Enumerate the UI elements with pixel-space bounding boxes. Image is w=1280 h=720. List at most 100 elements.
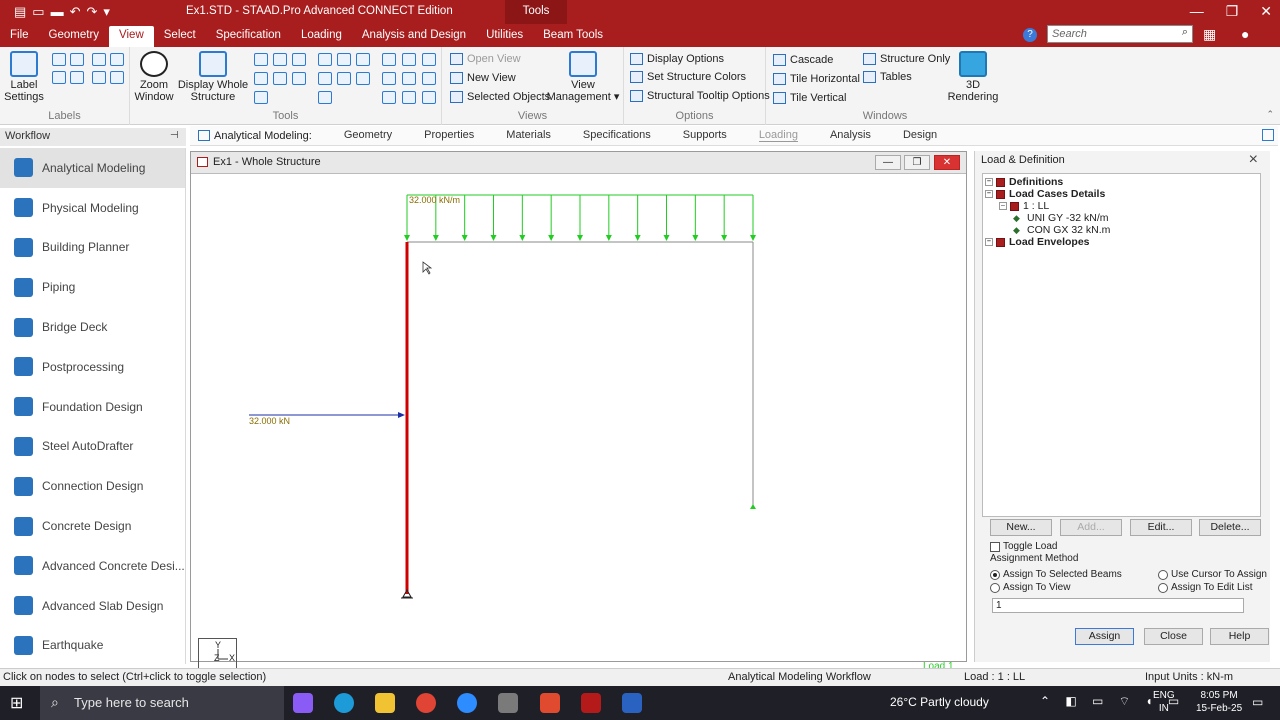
workflow-item[interactable]: Building Planner <box>0 228 185 268</box>
menu-tab-specification[interactable]: Specification <box>206 26 291 47</box>
dock-panel-icon[interactable] <box>1262 129 1274 141</box>
expand-icon[interactable]: – <box>985 238 993 246</box>
view-management-button[interactable]: View Management ▾ <box>546 51 620 103</box>
tree-node[interactable]: – Definitions <box>983 176 1260 188</box>
view-minimize-button[interactable]: — <box>875 155 901 170</box>
tile-vertical-button[interactable]: Tile Vertical <box>773 92 846 104</box>
view-right-icon[interactable] <box>318 91 332 104</box>
assign-button[interactable]: Assign <box>1075 628 1134 645</box>
cascade-button[interactable]: Cascade <box>773 54 833 66</box>
zoom-dynamic-icon[interactable] <box>273 53 287 66</box>
structure-canvas[interactable]: 32.000 kN/m 32.000 kN Y Z X Load 1 <box>191 174 966 678</box>
workflow-item[interactable]: Connection Design <box>0 466 185 506</box>
view-front-icon[interactable] <box>318 53 332 66</box>
view-back-icon[interactable] <box>318 72 332 85</box>
workflow-item[interactable]: Bridge Deck <box>0 307 185 347</box>
label-settings-button[interactable]: Label Settings <box>4 51 44 103</box>
subtab-loading[interactable]: Loading <box>758 129 798 142</box>
close-icon[interactable]: ✕ <box>1260 3 1272 20</box>
edit-button[interactable]: Edit... <box>1130 519 1192 536</box>
subtab-geometry[interactable]: Geometry <box>344 129 392 142</box>
menu-tab-analysis-and-design[interactable]: Analysis and Design <box>352 26 476 47</box>
menu-tab-beam-tools[interactable]: Beam Tools <box>533 26 613 47</box>
language-indicator[interactable]: ENG IN <box>1153 689 1175 715</box>
new-file-icon[interactable]: ▭ <box>32 4 44 20</box>
file-explorer-icon[interactable] <box>375 693 395 713</box>
menu-tab-utilities[interactable]: Utilities <box>476 26 533 47</box>
tables-button[interactable]: Tables <box>863 71 912 83</box>
user-icon[interactable]: ● <box>1241 26 1249 42</box>
menu-tab-geometry[interactable]: Geometry <box>39 26 110 47</box>
open-folder-icon[interactable]: ▬ <box>51 4 64 20</box>
clock[interactable]: 8:05 PM 15-Feb-25 <box>1196 689 1242 715</box>
view-iso-icon[interactable] <box>356 53 370 66</box>
assign-selected-beams-radio[interactable]: Assign To Selected Beams <box>990 569 1122 580</box>
solid-label-icon[interactable] <box>110 53 124 66</box>
tree-node[interactable]: – Load Envelopes <box>983 236 1260 248</box>
workflow-item[interactable]: Concrete Design <box>0 506 185 546</box>
view-restore-button[interactable]: ❐ <box>904 155 930 170</box>
structural-tooltip-options-button[interactable]: Structural Tooltip Options <box>630 90 770 102</box>
spin-left-icon[interactable] <box>402 72 416 85</box>
view-top-icon[interactable] <box>337 53 351 66</box>
menu-tab-file[interactable]: File <box>0 26 39 47</box>
rotate-down-icon[interactable] <box>382 72 396 85</box>
property-label-icon[interactable] <box>70 71 84 84</box>
workflow-item[interactable]: Analytical Modeling <box>0 148 185 188</box>
3d-rendering-button[interactable]: 3D Rendering <box>946 51 1000 103</box>
new-view-button[interactable]: New View <box>450 72 516 84</box>
menu-tab-view[interactable]: View <box>109 26 154 47</box>
app-icon[interactable] <box>498 693 518 713</box>
minimize-icon[interactable]: — <box>1190 3 1204 20</box>
assign-view-radio[interactable]: Assign To View <box>990 582 1070 593</box>
view-left-icon[interactable] <box>356 72 370 85</box>
selected-objects-button[interactable]: Selected Objects <box>450 91 550 103</box>
menu-tab-loading[interactable]: Loading <box>291 26 352 47</box>
subtab-specifications[interactable]: Specifications <box>583 129 651 142</box>
workflow-item[interactable]: Foundation Design <box>0 387 185 427</box>
help-button[interactable]: Help <box>1210 628 1269 645</box>
orientation-label-icon[interactable] <box>92 71 106 84</box>
refresh-icon[interactable] <box>382 91 396 104</box>
tile-horizontal-button[interactable]: Tile Horizontal <box>773 73 860 85</box>
view-bottom-icon[interactable] <box>337 72 351 85</box>
workflow-item[interactable]: Advanced Concrete Desi... <box>0 546 185 586</box>
workflow-item[interactable]: Piping <box>0 267 185 307</box>
subtab-design[interactable]: Design <box>903 129 937 142</box>
redo-icon[interactable]: ↷ <box>87 4 98 20</box>
undo-icon[interactable]: ↶ <box>70 4 81 20</box>
menu-tab-select[interactable]: Select <box>154 26 206 47</box>
edit-list-input[interactable]: 1 <box>992 598 1244 613</box>
release-label-icon[interactable] <box>110 71 124 84</box>
zoom-out-icon[interactable] <box>254 72 268 85</box>
beam-label-icon[interactable] <box>70 53 84 66</box>
zoom-selection-icon[interactable] <box>292 72 306 85</box>
weather-widget[interactable]: 26°C Partly cloudy <box>890 695 989 709</box>
add-button[interactable]: Add... <box>1060 519 1122 536</box>
reset-view-icon[interactable] <box>402 91 416 104</box>
pin-icon[interactable]: ⊣ <box>170 130 179 141</box>
collapse-ribbon-icon[interactable]: ⌃ <box>1266 109 1274 120</box>
taskbar-search[interactable]: ⌕ Type here to search <box>40 686 284 720</box>
view-close-button[interactable]: ✕ <box>934 155 960 170</box>
zoom-icon[interactable] <box>457 693 477 713</box>
wps-office-icon[interactable] <box>540 693 560 713</box>
subtab-materials[interactable]: Materials <box>506 129 551 142</box>
rotate-right-icon[interactable] <box>422 53 436 66</box>
use-cursor-radio[interactable]: Use Cursor To Assign <box>1158 569 1267 580</box>
expand-icon[interactable]: – <box>985 178 993 186</box>
pan-icon[interactable] <box>254 91 268 104</box>
notifications-icon[interactable]: ▭ <box>1252 695 1263 709</box>
open-view-button[interactable]: Open View <box>450 53 521 65</box>
structure-only-button[interactable]: Structure Only <box>863 53 950 65</box>
close-button[interactable]: Close <box>1144 628 1203 645</box>
tree-node[interactable]: – 1 : LL <box>983 200 1260 212</box>
spin-right-icon[interactable] <box>422 72 436 85</box>
zoom-window-button[interactable]: Zoom Window <box>134 51 174 103</box>
subtab-properties[interactable]: Properties <box>424 129 474 142</box>
assign-edit-list-radio[interactable]: Assign To Edit List <box>1158 582 1253 593</box>
toggle-load-checkbox[interactable]: Toggle Load <box>990 541 1058 552</box>
customize-dropdown-icon[interactable]: ▾ <box>103 4 110 20</box>
tree-node[interactable]: ◆ CON GX 32 kN.m <box>983 224 1260 236</box>
expand-icon[interactable]: – <box>999 202 1007 210</box>
